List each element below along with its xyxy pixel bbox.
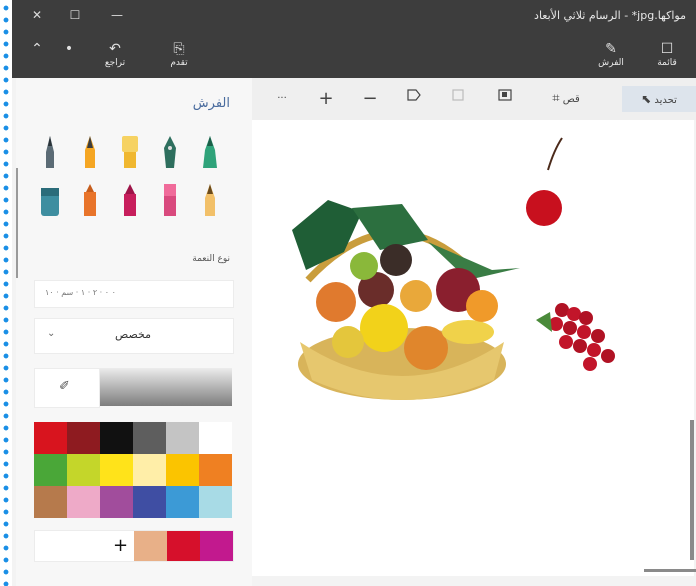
horizontal-scrollbar[interactable] bbox=[644, 569, 696, 572]
brushes-panel: الفرش نوع النعمة ٠ ٠ · ٢ · ١ · سم · ١٠ ⌄… bbox=[16, 78, 252, 586]
color-swatch[interactable] bbox=[166, 486, 199, 518]
window-title: مواكها.jpg* - الرسام ثلاثي الأبعاد bbox=[534, 9, 686, 22]
eyedropper-icon: ✐ bbox=[59, 379, 70, 394]
watercolor-icon[interactable] bbox=[36, 182, 64, 222]
vertical-scrollbar[interactable] bbox=[690, 420, 694, 560]
collapse-ribbon-button[interactable]: ⌃ bbox=[24, 38, 50, 76]
color-swatch[interactable] bbox=[199, 486, 232, 518]
crop-button[interactable]: ⌗ قص bbox=[542, 86, 594, 112]
preset-value: مخصص bbox=[115, 328, 152, 341]
current-color-swatch[interactable] bbox=[100, 368, 232, 406]
paint3d-window: ✕ ☐ — مواكها.jpg* - الرسام ثلاثي الأبعاد… bbox=[12, 0, 696, 586]
custom-color-swatch[interactable] bbox=[167, 531, 200, 561]
fruit-basket-image bbox=[292, 137, 615, 400]
crop-icon: ⌗ bbox=[552, 91, 560, 106]
3d-view-button[interactable] bbox=[446, 86, 470, 112]
redo-label: تقدم bbox=[170, 58, 188, 68]
color-swatch[interactable] bbox=[34, 486, 67, 518]
redo-icon: ⎘ bbox=[173, 41, 185, 57]
add-color-button[interactable]: + bbox=[113, 535, 128, 556]
color-swatch[interactable] bbox=[100, 486, 133, 518]
dot-icon: • bbox=[64, 41, 74, 57]
color-swatch[interactable] bbox=[100, 422, 133, 454]
select-label: تحديد bbox=[654, 95, 677, 106]
cube-icon bbox=[452, 89, 464, 101]
color-swatch[interactable] bbox=[67, 422, 100, 454]
canvas-toolbar: ··· + − ⌗ قص ⬉ تحديد bbox=[252, 78, 696, 120]
panel-title: الفرش bbox=[192, 96, 230, 111]
maximize-button[interactable]: ☐ bbox=[64, 6, 86, 24]
color-swatch[interactable] bbox=[67, 454, 100, 486]
chevron-up-icon: ⌃ bbox=[31, 41, 43, 57]
redo-button[interactable]: ⎘ تقدم bbox=[154, 38, 204, 76]
custom-color-swatch[interactable] bbox=[134, 531, 167, 561]
ribbon: ⌃ • ↶ تراجع ⎘ تقدم ✎ الفرش ☐ قائمة bbox=[12, 36, 696, 78]
brushes-tab[interactable]: ✎ الفرش bbox=[586, 38, 636, 76]
eyedropper-button[interactable]: ✐ bbox=[34, 368, 100, 408]
fountain-pen-icon[interactable] bbox=[156, 134, 184, 174]
zoom-out-button[interactable]: − bbox=[358, 86, 382, 112]
magic-select-button[interactable] bbox=[490, 86, 520, 112]
panel-scrollbar[interactable] bbox=[16, 168, 18, 278]
undo-icon: ↶ bbox=[109, 41, 121, 57]
more-options-button[interactable]: ··· bbox=[268, 86, 296, 112]
color-swatch[interactable] bbox=[34, 422, 67, 454]
drawing-canvas[interactable] bbox=[252, 120, 696, 576]
highlighter-icon[interactable] bbox=[196, 134, 224, 174]
thickness-ticks: ٠ ٠ · ٢ · ١ · سم · ١٠ bbox=[45, 288, 116, 297]
title-bar: ✕ ☐ — مواكها.jpg* - الرسام ثلاثي الأبعاد bbox=[12, 0, 696, 36]
custom-color-swatch[interactable] bbox=[200, 531, 233, 561]
select-button[interactable]: ⬉ تحديد bbox=[622, 86, 696, 112]
undo-label: تراجع bbox=[104, 58, 126, 68]
brush-preset-dropdown[interactable]: ⌄ مخصص bbox=[34, 318, 234, 354]
folder-icon: ☐ bbox=[660, 41, 674, 57]
sticker-button[interactable] bbox=[402, 86, 426, 112]
pixel-pen-icon[interactable] bbox=[196, 182, 224, 222]
menu-label: قائمة bbox=[657, 58, 677, 68]
ribbon-more-button[interactable]: • bbox=[56, 38, 82, 76]
minimize-button[interactable]: — bbox=[106, 6, 128, 24]
magic-select-icon bbox=[498, 89, 512, 101]
marker-icon[interactable] bbox=[36, 134, 64, 174]
brush-tab-icon: ✎ bbox=[605, 41, 617, 57]
color-swatch[interactable] bbox=[166, 454, 199, 486]
color-swatch[interactable] bbox=[166, 422, 199, 454]
color-swatch[interactable] bbox=[34, 454, 67, 486]
zoom-in-button[interactable]: + bbox=[314, 86, 338, 112]
tag-icon bbox=[407, 89, 421, 101]
color-palette bbox=[34, 422, 232, 518]
color-swatch[interactable] bbox=[133, 454, 166, 486]
decorative-dotted-border bbox=[0, 0, 12, 586]
chevron-down-icon: ⌄ bbox=[47, 328, 56, 339]
color-swatch[interactable] bbox=[199, 454, 232, 486]
crayon-icon[interactable] bbox=[116, 182, 144, 222]
brushes-tab-label: الفرش bbox=[598, 58, 624, 68]
menu-button[interactable]: ☐ قائمة bbox=[642, 38, 692, 76]
eraser-icon[interactable] bbox=[156, 182, 184, 222]
custom-colors-row: + bbox=[34, 530, 234, 562]
pencil-icon[interactable] bbox=[76, 182, 104, 222]
select-icon: ⬉ bbox=[641, 92, 652, 106]
color-swatch[interactable] bbox=[100, 454, 133, 486]
color-swatch[interactable] bbox=[133, 486, 166, 518]
oil-brush-icon[interactable] bbox=[116, 134, 144, 174]
crop-label: قص bbox=[562, 94, 580, 105]
texture-label: نوع النعمة bbox=[192, 254, 230, 264]
color-swatch[interactable] bbox=[133, 422, 166, 454]
undo-button[interactable]: ↶ تراجع bbox=[90, 38, 140, 76]
thickness-slider[interactable]: ٠ ٠ · ٢ · ١ · سم · ١٠ bbox=[34, 280, 234, 308]
close-button[interactable]: ✕ bbox=[26, 6, 48, 24]
color-swatch[interactable] bbox=[199, 422, 232, 454]
color-swatch[interactable] bbox=[67, 486, 100, 518]
calligraphy-pen-icon[interactable] bbox=[76, 134, 104, 174]
